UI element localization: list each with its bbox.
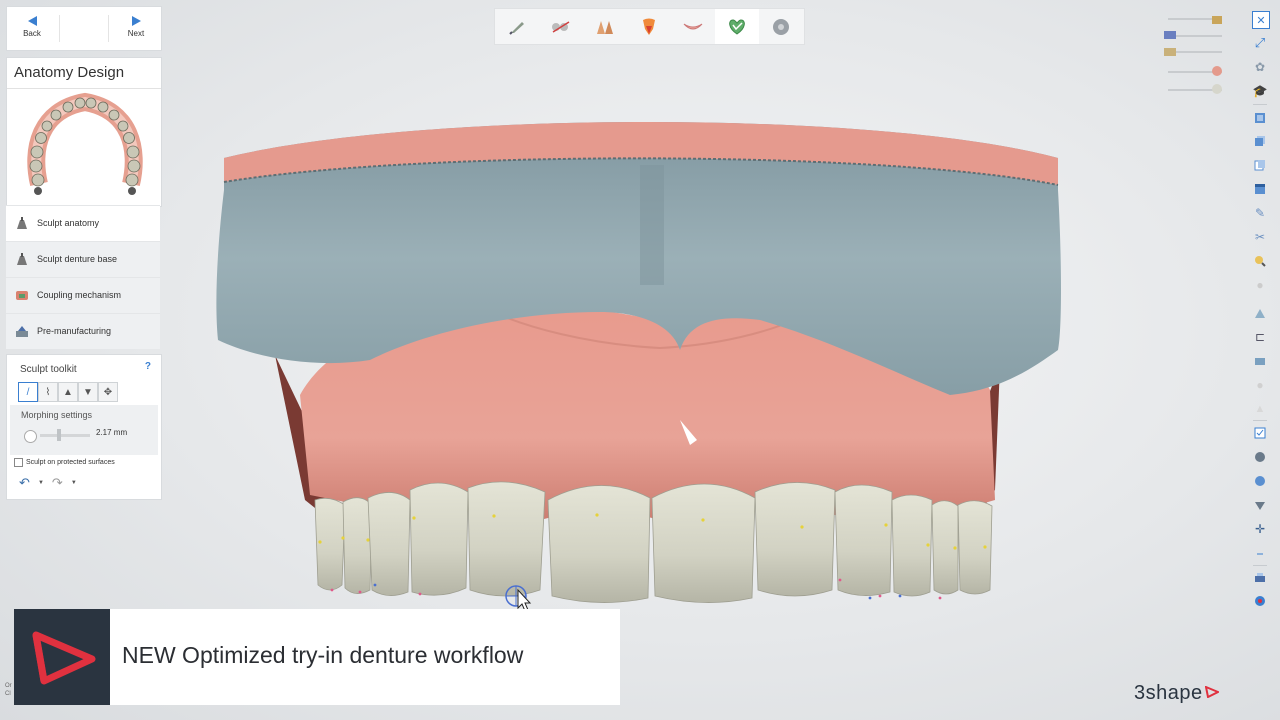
- protected-surfaces-checkbox[interactable]: Sculpt on protected surfaces: [14, 458, 115, 467]
- workflow-toolbar: [494, 8, 805, 45]
- step-label: Sculpt anatomy: [37, 218, 100, 228]
- single-tooth-icon[interactable]: [627, 9, 671, 44]
- morphing-value: 2.17 mm: [96, 428, 128, 437]
- back-label: Back: [23, 29, 41, 38]
- brand-triangle-icon: [1204, 685, 1221, 699]
- toolkit-title: Sculpt toolkit: [20, 364, 77, 375]
- scan-visibility-icon[interactable]: [1163, 29, 1177, 41]
- anatomy-design-icon[interactable]: [715, 9, 759, 44]
- divider: [1253, 420, 1267, 421]
- smooth-tool-icon[interactable]: ⌇: [38, 382, 58, 402]
- cross-section-icon[interactable]: ⊏: [1252, 329, 1268, 345]
- color-wheel-icon[interactable]: [1252, 593, 1268, 609]
- print-icon[interactable]: [1252, 570, 1268, 586]
- wizard-navigation: Back Next: [6, 6, 162, 51]
- sculpt-toolkit-panel: Sculpt toolkit ? / ⌇ ▲ ▼ ✥ Morphing sett…: [6, 354, 162, 500]
- corner-hint-text: Or Cl: [5, 682, 12, 698]
- next-label: Next: [127, 29, 145, 38]
- view-side-icon[interactable]: [1252, 157, 1268, 173]
- ruler-icon[interactable]: ⎯: [1252, 545, 1268, 561]
- corner-line: Cl: [5, 691, 11, 697]
- toolkit-tools: / ⌇ ▲ ▼ ✥: [18, 382, 118, 402]
- antagonist-visibility-icon[interactable]: [1163, 46, 1177, 58]
- tooth-setup-icon[interactable]: [539, 9, 583, 44]
- checkbox-label: Sculpt on protected surfaces: [26, 459, 115, 466]
- redo-button[interactable]: ↷ ▼: [52, 475, 77, 491]
- brand-name: 3shape: [1134, 682, 1203, 704]
- morphing-slider[interactable]: [40, 434, 90, 437]
- step-sculpt-anatomy[interactable]: Sculpt anatomy: [6, 205, 160, 241]
- tooth-library-icon[interactable]: [1252, 497, 1268, 513]
- remove-tool-icon[interactable]: ▼: [78, 382, 98, 402]
- step-pre-manufacturing[interactable]: Pre-manufacturing: [6, 313, 160, 349]
- view-front-icon[interactable]: [1252, 110, 1268, 126]
- occlusal-plane-icon[interactable]: ✛: [1252, 521, 1268, 537]
- disabled-sphere-icon: ●: [1256, 378, 1264, 392]
- next-button[interactable]: Next: [111, 7, 161, 50]
- texture-icon[interactable]: [1252, 449, 1268, 465]
- divider: [1253, 104, 1267, 105]
- brand-logo: 3shape: [1134, 682, 1221, 705]
- corner-line: Or: [5, 683, 12, 689]
- add-tool-icon[interactable]: ▲: [58, 382, 78, 402]
- arrow-right-icon: [131, 16, 141, 26]
- dental-arch-icon[interactable]: [25, 92, 145, 196]
- gingiva-visibility-icon[interactable]: [1211, 65, 1223, 77]
- divider: [7, 88, 161, 89]
- nav-divider: [59, 15, 109, 42]
- checkbox-view-icon[interactable]: [1252, 425, 1268, 441]
- knife-icon[interactable]: [495, 9, 539, 44]
- undo-redo: ↶ ▼ ↷ ▼: [19, 475, 77, 491]
- sculpt-tool-icon: [17, 253, 27, 265]
- morphing-settings: Morphing settings 2.17 mm: [10, 405, 158, 455]
- back-button[interactable]: Back: [7, 7, 57, 50]
- close-icon[interactable]: ✕: [1252, 11, 1270, 29]
- color-map-icon[interactable]: [1252, 473, 1268, 489]
- model-disc-icon[interactable]: [759, 9, 803, 44]
- workflow-steps: Sculpt anatomy Sculpt denture base Coupl…: [6, 205, 160, 349]
- disabled-tool-icon: ●: [1256, 278, 1264, 292]
- arrow-left-icon: [27, 16, 37, 26]
- view-top-icon[interactable]: [1252, 181, 1268, 197]
- divider: [1253, 565, 1267, 566]
- sculpt-tool-icon: [17, 217, 27, 229]
- banner-title: NEW Optimized try-in denture workflow: [122, 642, 524, 668]
- coupling-icon: [16, 291, 28, 300]
- promo-banner: NEW Optimized try-in denture workflow: [14, 609, 620, 705]
- radius-dial-icon[interactable]: [24, 430, 37, 443]
- clip-tool-icon[interactable]: ✂: [1252, 229, 1268, 245]
- brush-tool-icon[interactable]: /: [18, 382, 38, 402]
- anatomy-design-panel: Anatomy Design: [6, 57, 162, 207]
- morph-tool-icon[interactable]: ✥: [98, 382, 118, 402]
- education-icon[interactable]: 🎓: [1252, 83, 1268, 99]
- step-label: Sculpt denture base: [37, 254, 118, 264]
- scan-import-icon[interactable]: [1252, 305, 1268, 321]
- slider-handle[interactable]: [57, 429, 61, 441]
- view-options-icon[interactable]: ✿: [1252, 59, 1268, 75]
- morphing-title: Morphing settings: [21, 410, 93, 420]
- measure-tool-icon[interactable]: ✎: [1252, 205, 1268, 221]
- crowns-icon[interactable]: [583, 9, 627, 44]
- view-back-icon[interactable]: [1252, 133, 1268, 149]
- gingiva-icon[interactable]: [671, 9, 715, 44]
- help-button[interactable]: ?: [145, 361, 151, 372]
- page-title: Anatomy Design: [14, 64, 125, 81]
- fullscreen-icon[interactable]: ⤢: [1252, 35, 1268, 51]
- step-label: Coupling mechanism: [37, 290, 122, 300]
- model-view-icon[interactable]: [1252, 353, 1268, 369]
- magnifier-icon[interactable]: [1252, 253, 1268, 269]
- step-label: Pre-manufacturing: [37, 326, 112, 336]
- step-sculpt-denture-base[interactable]: Sculpt denture base: [6, 241, 160, 277]
- pre-manufacturing-icon: [16, 326, 28, 337]
- step-coupling-mechanism[interactable]: Coupling mechanism: [6, 277, 160, 313]
- teeth-visibility-icon[interactable]: [1211, 83, 1223, 95]
- undo-button[interactable]: ↶ ▼: [19, 475, 44, 491]
- disabled-cone-icon: ▲: [1254, 403, 1266, 415]
- checkbox-box[interactable]: [14, 458, 23, 467]
- model-visibility-icon[interactable]: [1211, 13, 1223, 25]
- 3shape-logo-icon: [14, 609, 110, 705]
